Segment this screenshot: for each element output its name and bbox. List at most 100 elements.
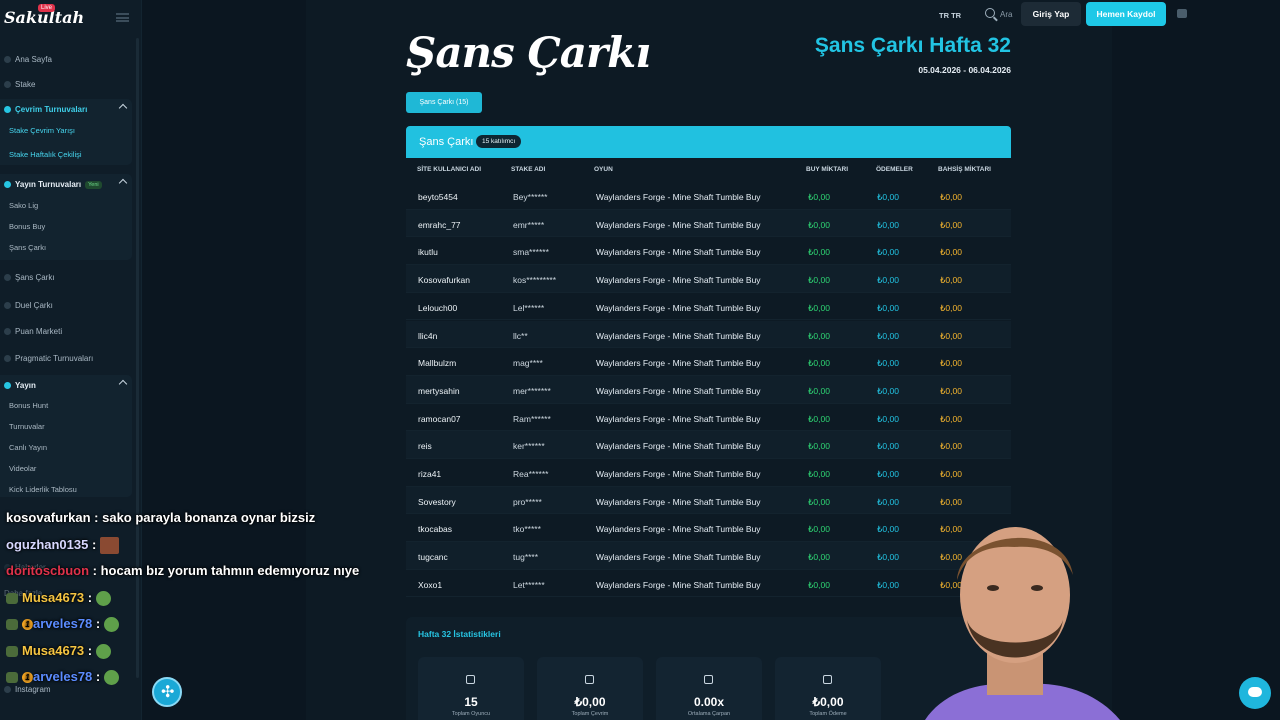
sidebar-item-label: Duel Çarkı [15,301,53,310]
gift-icon[interactable] [1177,9,1187,18]
chat-message: 1 arveles78 : [6,669,119,686]
sidebar-group-yayin-header[interactable]: Yayın [4,381,36,390]
sidebar-item-canli-yayin[interactable]: Canlı Yayın [9,443,47,452]
column-header[interactable]: OYUN [594,166,613,173]
cell-game: Waylanders Forge - Mine Shaft Tumble Buy [596,579,761,590]
cell-payment: ₺0,00 [877,385,899,396]
sidebar-item-haftalik-cekilis[interactable]: Stake Haftalık Çekilişi [9,150,82,159]
cart-icon [4,328,11,335]
sidebar-item-pragmatic[interactable]: Pragmatic Turnuvaları [4,354,93,363]
stat-label: Toplam Ödeme [809,711,847,717]
sidebar-item-kick-liderlik[interactable]: Kick Liderlik Tablosu [9,485,77,494]
cell-buy-amount: ₺0,00 [808,247,830,258]
column-header[interactable]: STAKE ADI [511,166,545,173]
participant-count-badge: 15 katılımcı [476,135,522,148]
column-header[interactable]: SİTE KULLANICI ADI [417,166,481,173]
chevron-up-icon[interactable] [118,178,128,188]
search-icon[interactable] [985,8,995,18]
chat-username: Musa4673 [22,642,85,658]
sidebar-group-yayin-turnuva-header[interactable]: Yayın Turnuvaları Yeni [4,180,102,189]
search-label[interactable]: Ara [1000,10,1012,19]
stat-card: 0.00x Ortalama Çarpan [656,657,762,720]
stat-label: Toplam Oyuncu [451,711,491,717]
sidebar-item-bonus-hunt[interactable]: Bonus Hunt [9,401,48,410]
cell-stake-name: Rea****** [513,469,549,479]
menu-icon[interactable] [116,13,129,22]
cell-bet-amount: ₺0,00 [940,275,962,286]
column-header[interactable]: ÖDEMELER [876,166,913,173]
table-row: Lelouch00 Lel****** Waylanders Forge - Min… [406,293,1011,321]
sidebar-item-label: Puan Marketi [15,327,63,336]
sidebar-item-turnuvalar[interactable]: Turnuvalar [9,422,45,431]
chat-username: arveles78 [33,669,93,684]
sidebar-group-cevrim: Çevrim Turnuvaları Stake Çevrim Yarışı S… [0,99,132,165]
chat-username: arveles78 [33,616,93,631]
sidebar-group-cevrim-header[interactable]: Çevrim Turnuvaları [4,105,87,114]
sidebar-item-videolar[interactable]: Videolar [9,464,36,473]
stat-value: ₺0,00 [574,695,606,709]
cell-buy-amount: ₺0,00 [808,524,830,535]
sidebar-item-label: Stake [15,80,36,89]
cell-buy-amount: ₺0,00 [808,330,830,341]
sub-months-badge: 1 [22,672,33,684]
support-chat-button[interactable] [1239,677,1271,709]
sidebar-item-puan-marketi[interactable]: Puan Marketi [4,327,62,336]
cell-stake-name: tko***** [513,524,541,535]
chevron-up-icon[interactable] [118,379,128,389]
sidebar-item-cevrim-yarisi[interactable]: Stake Çevrim Yarışı [9,126,75,135]
sidebar-scrollbar[interactable] [136,38,139,678]
cell-username: ikutlu [418,247,438,258]
chat-text: sako parayla bonanza oynar bizsiz [102,510,316,525]
cell-buy-amount: ₺0,00 [808,219,830,230]
cell-stake-name: Bey****** [513,192,548,202]
frog-emote-icon [95,643,111,659]
register-button[interactable]: Hemen Kaydol [1086,2,1166,26]
tab-sans-carki[interactable]: Şans Çarkı (15) [406,92,482,113]
sidebar-item-label: Ana Sayfa [15,55,52,64]
column-header[interactable]: BAHSİŞ MİKTARI [938,166,991,173]
cell-bet-amount: ₺0,00 [940,219,962,230]
table-title: Şans Çarkı [419,136,474,148]
sidebar-item-home[interactable]: Ana Sayfa [4,55,52,64]
broadcast-icon [4,382,11,389]
cell-buy-amount: ₺0,00 [808,552,830,563]
swords-icon [4,302,11,309]
sidebar-item-sans-carki-main[interactable]: Şans Çarkı [4,273,55,282]
stopwatch-icon [585,675,594,684]
cell-buy-amount: ₺0,00 [808,441,830,452]
cell-stake-name: Lel****** [513,302,545,313]
cell-username: Xoxo1 [418,579,443,590]
cell-game: Waylanders Forge - Mine Shaft Tumble Buy [596,358,761,369]
login-button[interactable]: Giriş Yap [1021,2,1081,26]
language-selector[interactable]: TR TR [939,11,961,20]
cell-payment: ₺0,00 [877,358,899,369]
sidebar-item-sans-carki[interactable]: Şans Çarkı [9,243,46,252]
chevron-up-icon[interactable] [118,103,128,113]
stat-card: 15 Toplam Oyuncu [418,657,524,720]
cell-buy-amount: ₺0,00 [808,192,830,202]
chat-separator: : [84,642,96,658]
sidebar-item-duel-carki[interactable]: Duel Çarkı [4,301,53,310]
cell-buy-amount: ₺0,00 [808,413,830,424]
cell-username: ramocan07 [418,413,461,424]
sidebar-item-sako-lig[interactable]: Sako Lig [9,201,38,210]
chat-message: Musa4673 : [6,643,111,659]
table-row: reis ker****** Waylanders Forge - Mine Sha… [406,431,1011,459]
cell-game: Waylanders Forge - Mine Shaft Tumble Buy [596,385,761,396]
table-header-bar: Şans Çarkı 15 katılımcı [406,126,1011,158]
subscriber-icon [6,619,18,631]
sidebar-item-bonus-buy[interactable]: Bonus Buy [9,222,45,231]
sidebar: Sakultah Live Ana Sayfa Stake Çevrim Tur… [0,0,142,720]
cell-payment: ₺0,00 [877,469,899,479]
sidebar-item-instagram[interactable]: Instagram [4,685,51,694]
frog-emote-icon [103,670,119,686]
cell-payment: ₺0,00 [877,413,899,424]
chat-username: Musa4673 [22,589,85,605]
chat-separator: : [89,563,101,578]
column-header[interactable]: BUY MİKTARI [806,166,848,173]
emote-icon [99,536,119,554]
cell-stake-name: tug**** [513,552,539,563]
chat-username: kosovafurkan [6,510,91,525]
sidebar-item-stake[interactable]: Stake [4,80,35,89]
cell-buy-amount: ₺0,00 [808,275,830,286]
